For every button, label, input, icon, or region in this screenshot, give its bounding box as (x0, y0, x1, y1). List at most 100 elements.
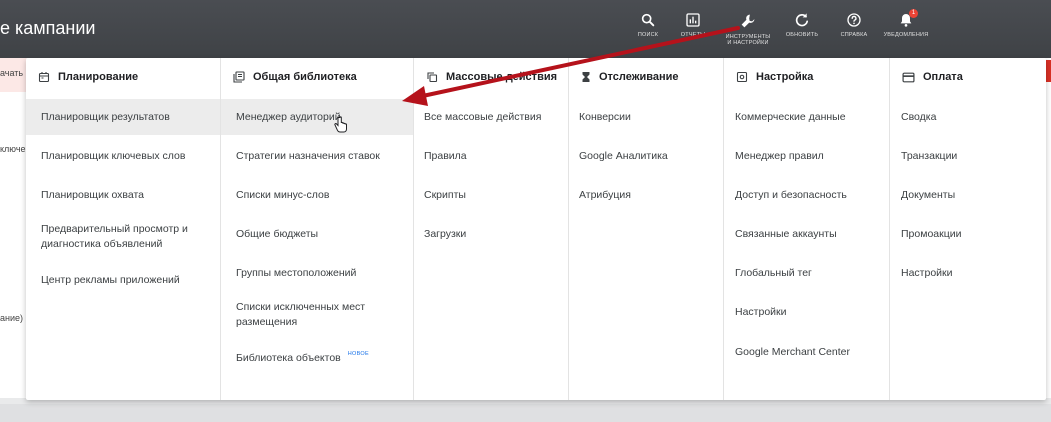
menu-item-label: Списки исключенных мест размещения (236, 301, 366, 328)
menu-item-documents[interactable]: Документы (890, 179, 1046, 211)
help-icon (847, 13, 861, 27)
menu-item-label: Общие бюджеты (236, 227, 319, 240)
menu-item-label: Конверсии (579, 110, 631, 123)
menu-item-label: Сводка (901, 110, 937, 123)
column-header-label: Оплата (923, 71, 963, 83)
menu-item-label: Связанные аккаунты (735, 227, 837, 240)
menu-item-global-site-tag[interactable]: Глобальный тег (724, 257, 889, 289)
menu-item-performance-planner[interactable]: Планировщик результатов (26, 99, 220, 135)
column-header-label: Общая библиотека (253, 71, 357, 83)
menu-item-ad-preview-diagnosis[interactable]: Предварительный просмотр и диагностика о… (26, 218, 220, 256)
help-button[interactable]: СПРАВКА (824, 12, 884, 38)
top-app-bar: е кампании ПОИСК ОТЧЕТЫ ИНСТРУМЕНТЫ И НА… (0, 0, 1051, 58)
menu-item-attribution[interactable]: Атрибуция (569, 179, 723, 211)
menu-item-conversions[interactable]: Конверсии (569, 99, 723, 135)
column-header-planning: Планирование (38, 71, 138, 83)
menu-item-billing-settings[interactable]: Настройки (890, 257, 1046, 289)
menu-item-label: Стратегии назначения ставок (236, 149, 380, 162)
menu-item-location-groups[interactable]: Группы местоположений (221, 257, 413, 289)
column-header-label: Планирование (58, 71, 139, 83)
menu-item-uploads[interactable]: Загрузки (414, 218, 568, 250)
reports-icon (686, 13, 700, 27)
menu-item-rules[interactable]: Правила (414, 140, 568, 172)
page-title: е кампании (0, 18, 96, 38)
background-page-bottom (0, 404, 1051, 422)
background-text-fragment: ание) (0, 313, 24, 323)
menu-item-billing-summary[interactable]: Сводка (890, 99, 1046, 135)
column-header-label: Отслеживание (599, 71, 679, 83)
menu-item-rules-manager[interactable]: Менеджер правил (724, 140, 889, 172)
tools-and-settings-button[interactable]: ИНСТРУМЕНТЫ И НАСТРОЙКИ (718, 12, 778, 46)
background-text-fragment: ачать (0, 68, 24, 78)
menu-item-label: Менеджер аудиторий (236, 110, 341, 123)
wrench-icon (741, 14, 755, 28)
menu-item-linked-accounts[interactable]: Связанные аккаунты (724, 218, 889, 250)
menu-item-label: Google Merchant Center (735, 345, 850, 358)
menu-column-planning: Планирование Планировщик результатов Пла… (26, 58, 221, 400)
menu-item-access-and-security[interactable]: Доступ и безопасность (724, 179, 889, 211)
menu-column-setup: Настройка Коммерческие данные Менеджер п… (724, 58, 890, 400)
menu-item-label: Google Аналитика (579, 149, 668, 162)
menu-column-shared-library: Общая библиотека Менеджер аудиторий Стра… (221, 58, 414, 400)
menu-item-scripts[interactable]: Скрипты (414, 179, 568, 211)
column-header-measurement: Отслеживание (581, 71, 679, 83)
menu-item-negative-keyword-lists[interactable]: Списки минус-слов (221, 179, 413, 211)
notifications-count-badge: 1 (909, 9, 918, 18)
column-header-label: Настройка (756, 71, 814, 83)
menu-item-google-merchant-center[interactable]: Google Merchant Center (724, 336, 889, 368)
menu-item-label: Документы (901, 188, 956, 201)
menu-item-reach-planner[interactable]: Планировщик охвата (26, 179, 220, 211)
menu-item-label: Списки минус-слов (236, 188, 330, 201)
menu-item-label: Глобальный тег (735, 266, 812, 279)
settings-box-icon (736, 71, 748, 83)
menu-item-label: Менеджер правил (735, 149, 824, 162)
menu-item-label: Планировщик результатов (41, 110, 170, 123)
refresh-icon (795, 13, 809, 27)
hourglass-icon (582, 72, 590, 82)
menu-item-app-advertising-hub[interactable]: Центр рекламы приложений (26, 264, 220, 296)
reports-label: ОТЧЕТЫ (680, 32, 706, 38)
menu-item-label: Планировщик охвата (41, 188, 145, 201)
refresh-label: ОБНОВИТЬ (785, 32, 819, 38)
new-badge: НОВОЕ (347, 350, 369, 357)
menu-item-label: Центр рекламы приложений (41, 273, 180, 286)
menu-column-bulk-actions: Массовые действия Все массовые действия … (414, 58, 569, 400)
calendar-icon (38, 72, 50, 83)
menu-item-promotions[interactable]: Промоакции (890, 218, 1046, 250)
menu-item-label: Транзакции (901, 149, 958, 162)
menu-item-label: Скрипты (424, 188, 466, 201)
menu-item-all-bulk-actions[interactable]: Все массовые действия (414, 99, 568, 135)
menu-item-business-data[interactable]: Коммерческие данные (724, 99, 889, 135)
menu-item-label: Промоакции (901, 227, 962, 240)
menu-item-preferences[interactable]: Настройки (724, 296, 889, 328)
menu-item-label: Атрибуция (579, 188, 631, 201)
menu-item-label: Планировщик ключевых слов (41, 149, 186, 162)
refresh-button[interactable]: ОБНОВИТЬ (772, 12, 832, 38)
menu-item-transactions[interactable]: Транзакции (890, 140, 1046, 172)
search-icon (641, 13, 655, 27)
menu-item-asset-library[interactable]: Библиотека объектов НОВОЕ (221, 342, 413, 374)
hand-cursor-icon (334, 116, 347, 133)
column-header-shared-library: Общая библиотека (233, 71, 357, 83)
menu-item-placement-exclusion-lists[interactable]: Списки исключенных мест размещения (221, 296, 413, 334)
menu-column-measurement: Отслеживание Конверсии Google Аналитика … (569, 58, 724, 400)
menu-item-audience-manager[interactable]: Менеджер аудиторий (221, 99, 413, 135)
menu-item-label: Группы местоположений (236, 266, 357, 279)
menu-item-keyword-planner[interactable]: Планировщик ключевых слов (26, 140, 220, 172)
notifications-button[interactable]: 1 УВЕДОМЛЕНИЯ (876, 9, 936, 38)
copy-icon (427, 72, 438, 83)
column-header-bulk-actions: Массовые действия (426, 71, 557, 83)
menu-item-label: Загрузки (424, 227, 467, 240)
menu-item-label: Библиотека объектов (236, 351, 341, 364)
menu-item-bid-strategies[interactable]: Стратегии назначения ставок (221, 140, 413, 172)
background-text-fragment: ключе (0, 144, 26, 154)
reports-button[interactable]: ОТЧЕТЫ (663, 12, 723, 38)
column-header-billing: Оплата (902, 71, 963, 83)
help-label: СПРАВКА (840, 32, 868, 38)
library-icon (233, 71, 245, 83)
menu-item-label: Предварительный просмотр и диагностика о… (41, 223, 188, 250)
menu-item-label: Коммерческие данные (735, 110, 846, 123)
menu-item-google-analytics[interactable]: Google Аналитика (569, 140, 723, 172)
notifications-label: УВЕДОМЛЕНИЯ (883, 32, 929, 38)
menu-item-shared-budgets[interactable]: Общие бюджеты (221, 218, 413, 250)
